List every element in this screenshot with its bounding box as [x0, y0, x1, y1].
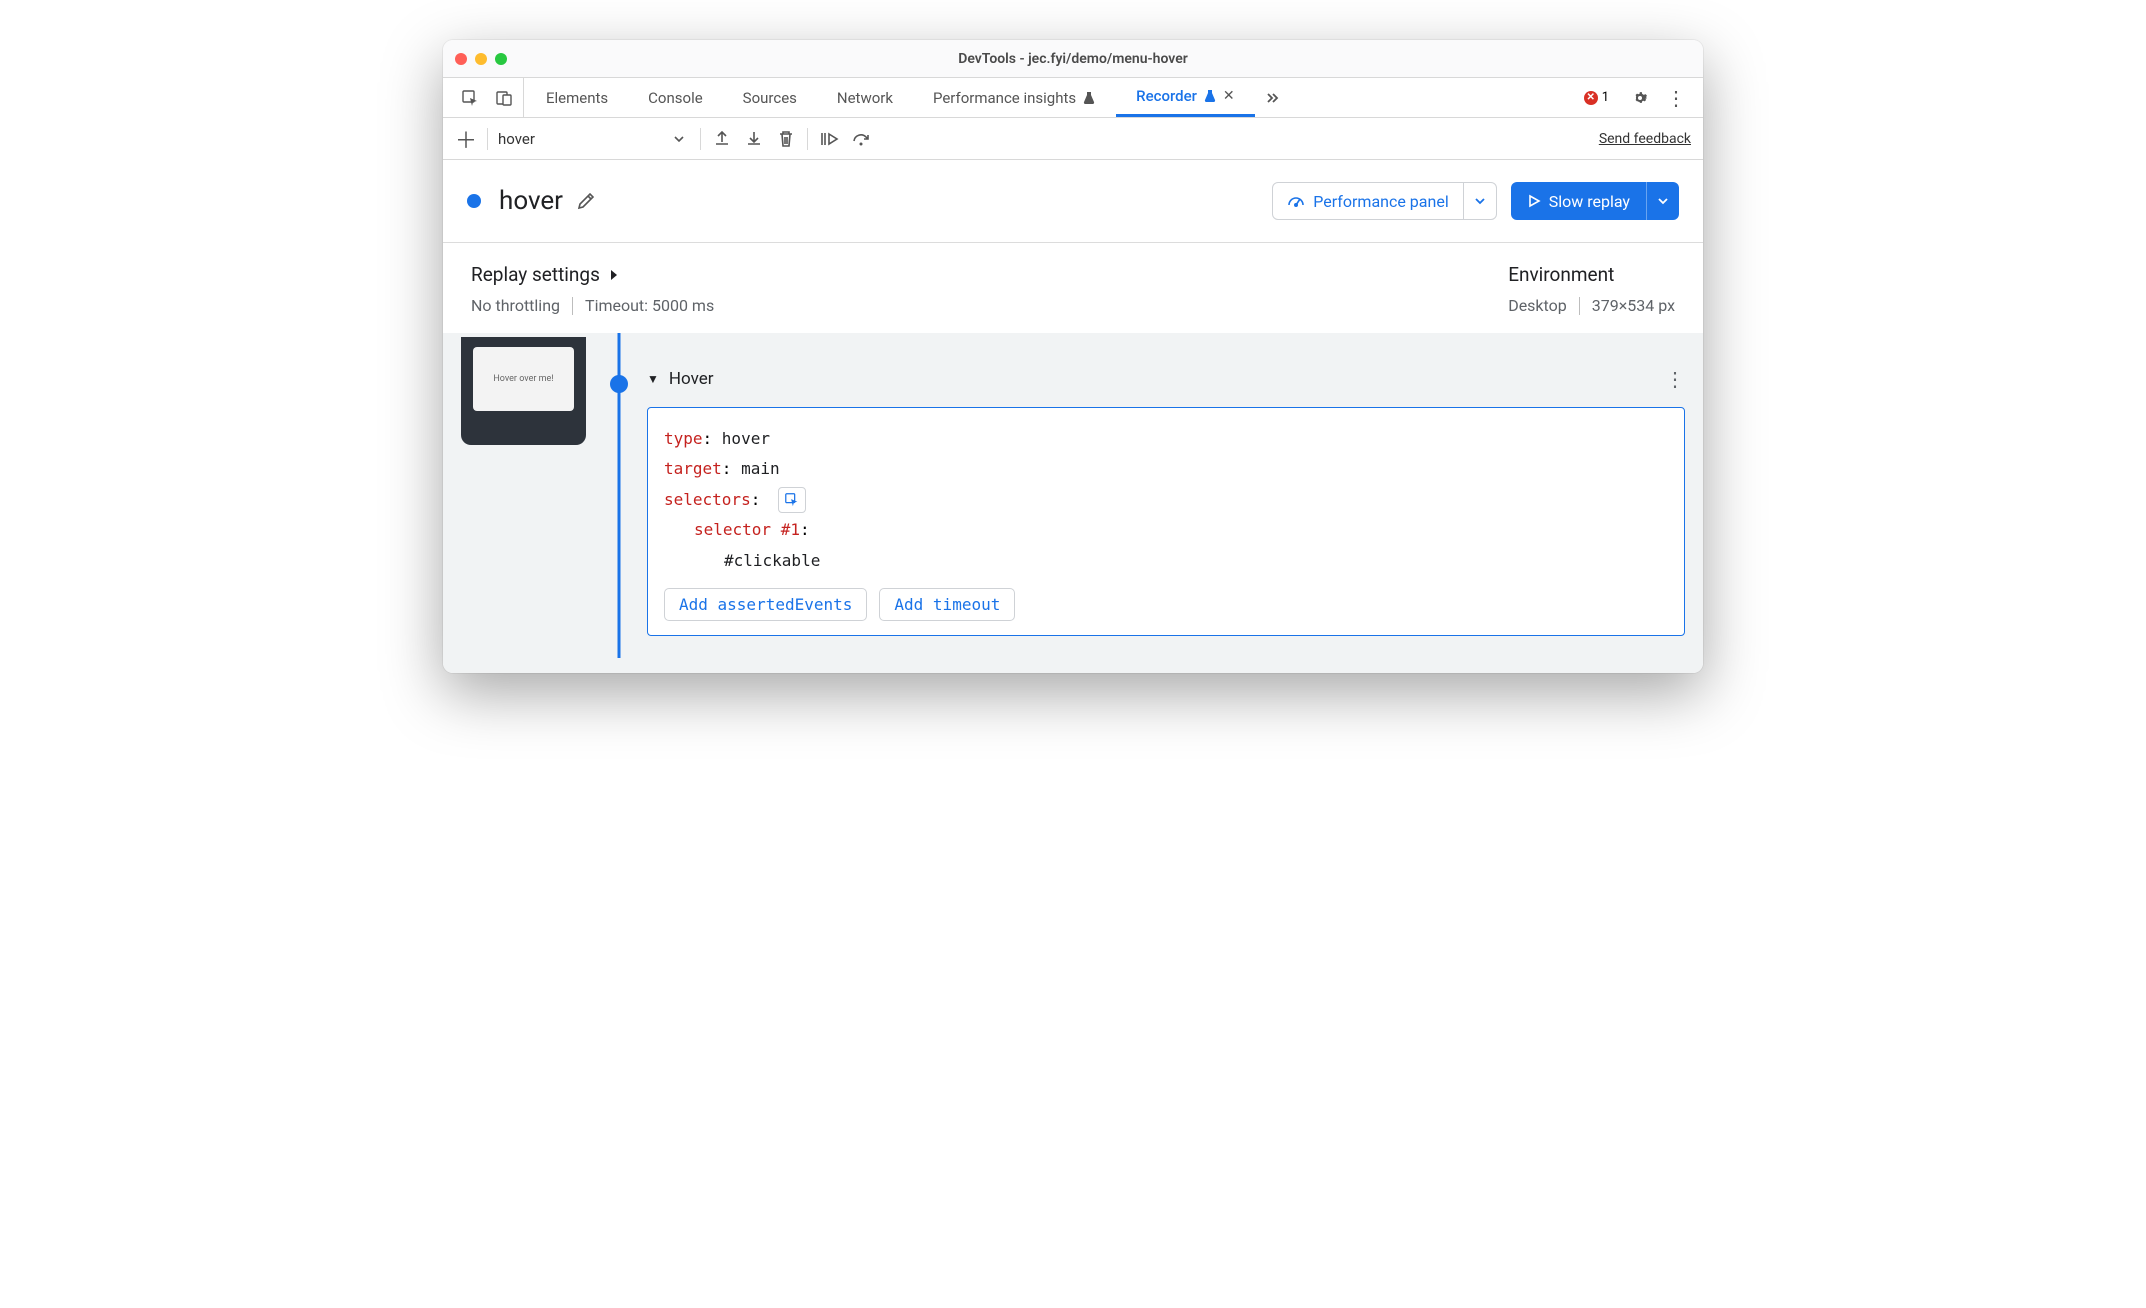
replay-settings-heading[interactable]: Replay settings [471, 263, 714, 286]
tab-sources[interactable]: Sources [723, 78, 817, 117]
step-type-value[interactable]: hover [722, 429, 770, 448]
device-value: Desktop [1508, 296, 1567, 315]
recording-title: hover [499, 186, 563, 216]
selector-picker-icon[interactable] [778, 487, 806, 513]
inspect-tools [451, 78, 524, 117]
export-icon[interactable] [711, 128, 733, 150]
kebab-menu-icon[interactable]: ⋮ [1665, 87, 1687, 109]
settings-row: Replay settings No throttling Timeout: 5… [443, 243, 1703, 333]
settings-gear-icon[interactable] [1629, 87, 1651, 109]
collapse-triangle-icon: ▼ [647, 372, 659, 386]
play-icon [1527, 194, 1541, 208]
recording-status-dot [467, 194, 481, 208]
step-type-key: type [664, 429, 703, 448]
recording-header: hover Performance panel [443, 160, 1703, 243]
step-body: type: hover target: main selectors: sele… [647, 407, 1685, 636]
step-kebab-icon[interactable]: ⋮ [1665, 367, 1685, 391]
tab-network[interactable]: Network [817, 78, 913, 117]
delete-icon[interactable] [775, 128, 797, 150]
environment-heading: Environment [1508, 263, 1675, 286]
tab-console[interactable]: Console [628, 78, 723, 117]
gauge-icon [1287, 192, 1305, 210]
chevron-down-icon[interactable] [668, 128, 690, 150]
slow-replay-caret[interactable] [1646, 182, 1679, 220]
tab-performance-insights[interactable]: Performance insights [913, 78, 1116, 117]
step-target-value[interactable]: main [741, 459, 780, 478]
close-tab-icon[interactable]: ✕ [1223, 88, 1235, 104]
device-toggle-icon[interactable] [493, 87, 515, 109]
tab-recorder[interactable]: Recorder ✕ [1116, 78, 1255, 117]
recording-select[interactable]: hover [498, 130, 658, 148]
step-title: Hover [669, 369, 714, 389]
dimensions-value: 379×534 px [1592, 296, 1675, 315]
flask-icon [1082, 91, 1096, 105]
recorder-toolbar: ＋ hover Send feedback [443, 118, 1703, 160]
flask-icon [1203, 89, 1217, 103]
edit-title-icon[interactable] [575, 190, 597, 212]
titlebar: DevTools - jec.fyi/demo/menu-hover [443, 40, 1703, 78]
devtools-window: DevTools - jec.fyi/demo/menu-hover Eleme… [443, 40, 1703, 673]
step-over-icon[interactable] [850, 128, 872, 150]
error-count-badge[interactable]: ✕ 1 [1578, 89, 1615, 106]
add-timeout-button[interactable]: Add timeout [879, 588, 1015, 621]
performance-panel-caret[interactable] [1463, 183, 1496, 219]
thumbnail-content: Hover over me! [473, 347, 574, 411]
timeline-step-dot [610, 375, 628, 393]
step-thumbnail[interactable]: Hover over me! [461, 337, 586, 445]
add-asserted-events-button[interactable]: Add assertedEvents [664, 588, 867, 621]
more-tabs-icon[interactable] [1261, 87, 1283, 109]
tab-elements[interactable]: Elements [526, 78, 628, 117]
selector-1-key: selector #1 [694, 520, 800, 539]
timeout-value: Timeout: 5000 ms [585, 296, 714, 315]
throttling-value: No throttling [471, 296, 560, 315]
window-title: DevTools - jec.fyi/demo/menu-hover [443, 51, 1703, 67]
step-play-icon[interactable] [818, 128, 840, 150]
slow-replay-button: Slow replay [1511, 182, 1679, 220]
timeline: Hover over me! ▼ Hover ⋮ type: hover tar… [443, 333, 1703, 673]
step-target-key: target [664, 459, 722, 478]
slow-replay-main[interactable]: Slow replay [1511, 192, 1646, 211]
error-icon: ✕ [1584, 91, 1598, 105]
inspect-element-icon[interactable] [459, 87, 481, 109]
panel-tabs: Elements Console Sources Network Perform… [443, 78, 1703, 118]
new-recording-icon[interactable]: ＋ [455, 128, 477, 150]
send-feedback-link[interactable]: Send feedback [1599, 131, 1691, 147]
step-selectors-key: selectors [664, 490, 751, 509]
selector-1-value[interactable]: #clickable [724, 551, 820, 570]
chevron-right-icon [608, 269, 620, 281]
performance-panel-main[interactable]: Performance panel [1273, 192, 1462, 211]
import-icon[interactable] [743, 128, 765, 150]
step-header[interactable]: ▼ Hover ⋮ [647, 367, 1685, 391]
error-count: 1 [1602, 90, 1609, 105]
performance-panel-button: Performance panel [1272, 182, 1496, 220]
